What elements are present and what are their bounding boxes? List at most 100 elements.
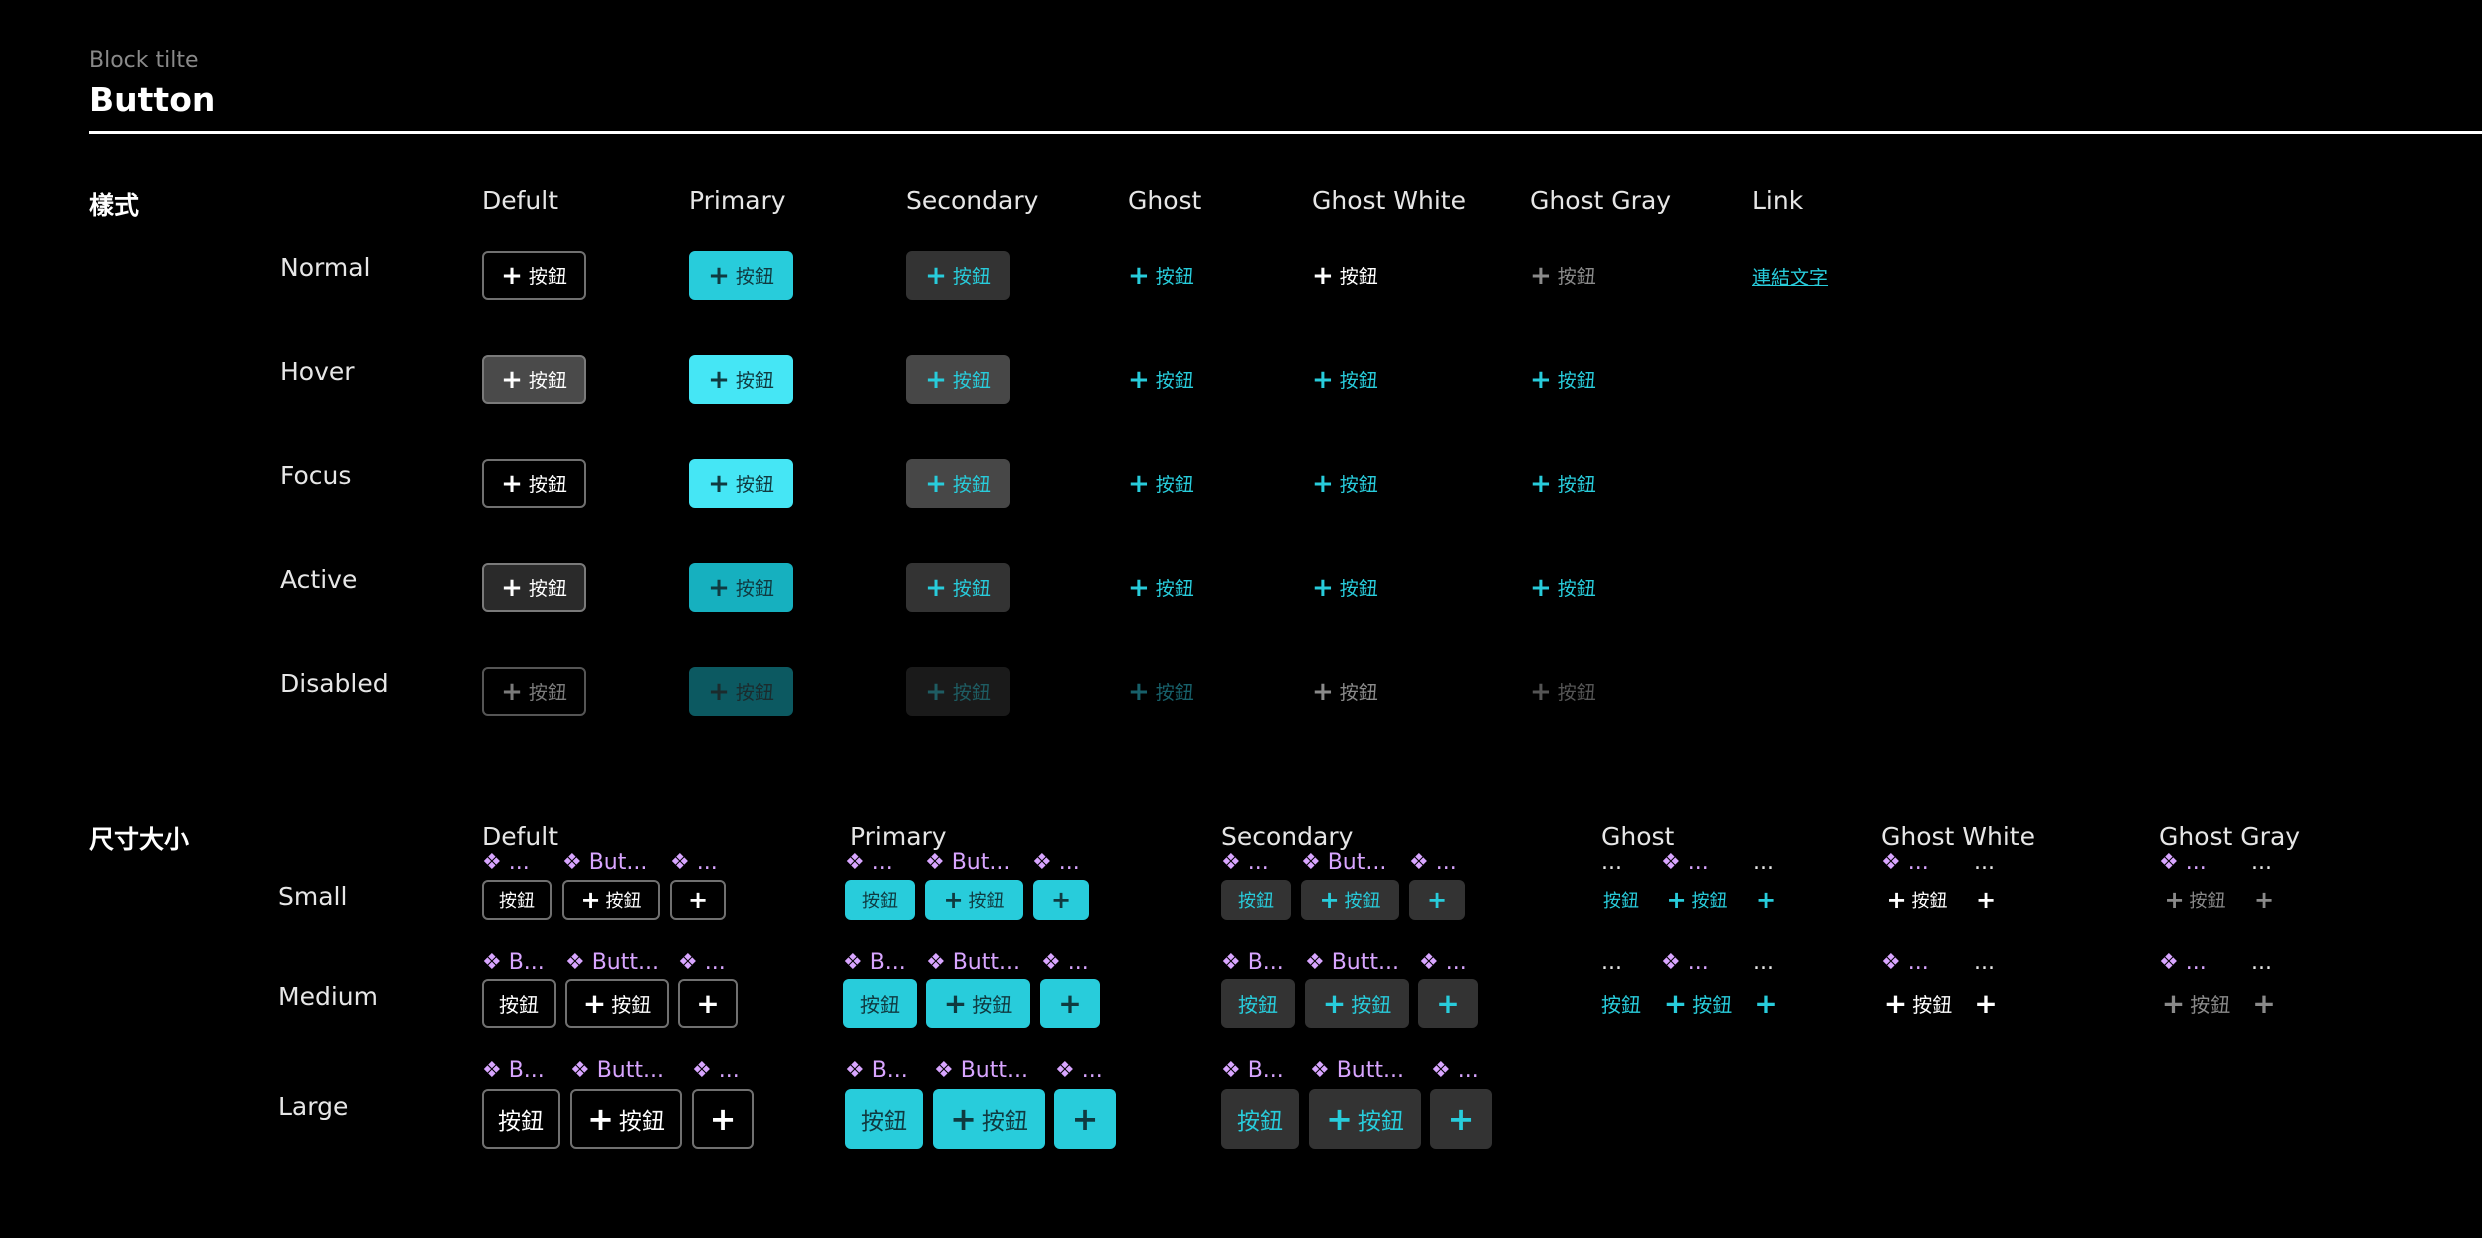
plus-icon: + xyxy=(1058,986,1082,1020)
secondary-large-text-button[interactable]: 按鈕 xyxy=(1221,1089,1299,1149)
primary-hover-button[interactable]: + 按鈕 xyxy=(689,355,793,404)
ghost-white-small-icon-text-button[interactable]: + 按鈕 xyxy=(1880,880,1954,920)
ghost-white-normal-button[interactable]: + 按鈕 xyxy=(1312,251,1416,300)
button-label: 按鈕 xyxy=(2189,891,2226,912)
plus-icon: + xyxy=(501,676,523,707)
primary-small-icon-button[interactable]: + xyxy=(1033,880,1089,920)
ghost-gray-normal-button[interactable]: + 按鈕 xyxy=(1530,251,1634,300)
ghost-white-focus-button[interactable]: + 按鈕 xyxy=(1312,459,1416,508)
ghost-gray-active-button[interactable]: + 按鈕 xyxy=(1530,563,1634,612)
ghost-hover-button[interactable]: + 按鈕 xyxy=(1128,355,1232,404)
component-label: ❖ ... xyxy=(670,850,718,875)
default-medium-icon-button[interactable]: + xyxy=(678,979,738,1028)
button-label: 按鈕 xyxy=(1692,993,1733,1017)
secondary-large-icon-text-button[interactable]: + 按鈕 xyxy=(1309,1089,1421,1149)
plus-icon: + xyxy=(1530,676,1552,707)
button-label: 按鈕 xyxy=(1557,370,1596,392)
secondary-small-icon-text-button[interactable]: + 按鈕 xyxy=(1301,880,1399,920)
ghost-small-icon-text-button[interactable]: + 按鈕 xyxy=(1660,880,1734,920)
secondary-medium-icon-button[interactable]: + xyxy=(1418,979,1478,1028)
ghost-medium-icon-button[interactable]: + xyxy=(1750,979,1782,1028)
component-label: ❖ Butt... xyxy=(1305,950,1399,975)
default-small-icon-button[interactable]: + xyxy=(670,880,726,920)
block-subtitle: Block tilte xyxy=(89,48,199,73)
button-label: 按鈕 xyxy=(1155,682,1194,704)
button-label: 按鈕 xyxy=(1557,474,1596,496)
primary-large-icon-button[interactable]: + xyxy=(1054,1089,1116,1149)
primary-large-icon-text-button[interactable]: + 按鈕 xyxy=(933,1089,1045,1149)
ghost-gray-hover-button[interactable]: + 按鈕 xyxy=(1530,355,1634,404)
button-label: 按鈕 xyxy=(618,1109,665,1135)
ghost-white-small-icon-button[interactable]: + xyxy=(1970,880,2002,920)
default-medium-text-button[interactable]: 按鈕 xyxy=(482,979,556,1028)
primary-medium-text-button[interactable]: 按鈕 xyxy=(843,979,917,1028)
plus-icon: + xyxy=(709,1100,737,1138)
ghost-small-text-button[interactable]: 按鈕 xyxy=(1596,880,1646,920)
ghost-medium-icon-text-button[interactable]: + 按鈕 xyxy=(1660,979,1736,1028)
primary-focus-button[interactable]: + 按鈕 xyxy=(689,459,793,508)
ghost-white-medium-icon-text-button[interactable]: + 按鈕 xyxy=(1880,979,1956,1028)
ghost-white-medium-icon-button[interactable]: + xyxy=(1970,979,2002,1028)
secondary-medium-text-button[interactable]: 按鈕 xyxy=(1221,979,1295,1028)
primary-medium-icon-text-button[interactable]: + 按鈕 xyxy=(926,979,1030,1028)
sizes-section-label: 尺寸大小 xyxy=(89,825,190,854)
ghost-focus-button[interactable]: + 按鈕 xyxy=(1128,459,1232,508)
default-normal-button[interactable]: + 按鈕 xyxy=(482,251,586,300)
ghost-gray-small-icon-button[interactable]: + xyxy=(2248,880,2280,920)
component-label: ... xyxy=(1753,950,1774,975)
default-hover-button[interactable]: + 按鈕 xyxy=(482,355,586,404)
secondary-hover-button[interactable]: + 按鈕 xyxy=(906,355,1010,404)
default-large-text-button[interactable]: 按鈕 xyxy=(482,1089,560,1149)
secondary-medium-icon-text-button[interactable]: + 按鈕 xyxy=(1305,979,1409,1028)
plus-icon: + xyxy=(1666,886,1687,914)
plus-icon: + xyxy=(1530,468,1552,499)
secondary-small-text-button[interactable]: 按鈕 xyxy=(1221,880,1291,920)
ghost-normal-button[interactable]: + 按鈕 xyxy=(1128,251,1232,300)
button-label: 按鈕 xyxy=(1155,370,1194,392)
component-label: ❖ Butt... xyxy=(565,950,659,975)
block-title: Button xyxy=(89,80,216,119)
default-small-text-button[interactable]: 按鈕 xyxy=(482,880,552,920)
ghost-gray-medium-icon-text-button[interactable]: + 按鈕 xyxy=(2158,979,2234,1028)
default-active-button[interactable]: + 按鈕 xyxy=(482,563,586,612)
secondary-active-button[interactable]: + 按鈕 xyxy=(906,563,1010,612)
default-large-icon-button[interactable]: + xyxy=(692,1089,754,1149)
ghost-active-button[interactable]: + 按鈕 xyxy=(1128,563,1232,612)
button-label: 按鈕 xyxy=(1237,1109,1283,1135)
component-label: ❖ ... xyxy=(482,850,530,875)
button-label: 按鈕 xyxy=(1557,578,1596,600)
ghost-white-hover-button[interactable]: + 按鈕 xyxy=(1312,355,1416,404)
plus-icon: + xyxy=(708,676,730,707)
component-label: ❖ ... xyxy=(692,1058,740,1083)
plus-icon: + xyxy=(943,886,964,914)
primary-medium-icon-button[interactable]: + xyxy=(1040,979,1100,1028)
component-label: ❖ ... xyxy=(2159,850,2207,875)
button-label: 按鈕 xyxy=(1603,891,1639,912)
button-label: 按鈕 xyxy=(1912,993,1953,1017)
button-label: 按鈕 xyxy=(499,993,539,1017)
button-label: 按鈕 xyxy=(1339,266,1378,288)
primary-small-text-button[interactable]: 按鈕 xyxy=(845,880,915,920)
default-large-icon-text-button[interactable]: + 按鈕 xyxy=(570,1089,682,1149)
secondary-large-icon-button[interactable]: + xyxy=(1430,1089,1492,1149)
ghost-gray-medium-icon-button[interactable]: + xyxy=(2248,979,2280,1028)
plus-icon: + xyxy=(925,260,947,291)
ghost-white-active-button[interactable]: + 按鈕 xyxy=(1312,563,1416,612)
link-normal[interactable]: 連結文字 xyxy=(1752,263,1828,290)
default-focus-button[interactable]: + 按鈕 xyxy=(482,459,586,508)
default-medium-icon-text-button[interactable]: + 按鈕 xyxy=(565,979,669,1028)
button-label: 按鈕 xyxy=(952,682,991,704)
secondary-normal-button[interactable]: + 按鈕 xyxy=(906,251,1010,300)
primary-normal-button[interactable]: + 按鈕 xyxy=(689,251,793,300)
ghost-gray-focus-button[interactable]: + 按鈕 xyxy=(1530,459,1634,508)
secondary-small-icon-button[interactable]: + xyxy=(1409,880,1465,920)
ghost-small-icon-button[interactable]: + xyxy=(1750,880,1782,920)
plus-icon: + xyxy=(1128,676,1150,707)
default-small-icon-text-button[interactable]: + 按鈕 xyxy=(562,880,660,920)
primary-active-button[interactable]: + 按鈕 xyxy=(689,563,793,612)
ghost-gray-small-icon-text-button[interactable]: + 按鈕 xyxy=(2158,880,2232,920)
primary-small-icon-text-button[interactable]: + 按鈕 xyxy=(925,880,1023,920)
secondary-focus-button[interactable]: + 按鈕 xyxy=(906,459,1010,508)
primary-large-text-button[interactable]: 按鈕 xyxy=(845,1089,923,1149)
ghost-medium-text-button[interactable]: 按鈕 xyxy=(1596,979,1646,1028)
